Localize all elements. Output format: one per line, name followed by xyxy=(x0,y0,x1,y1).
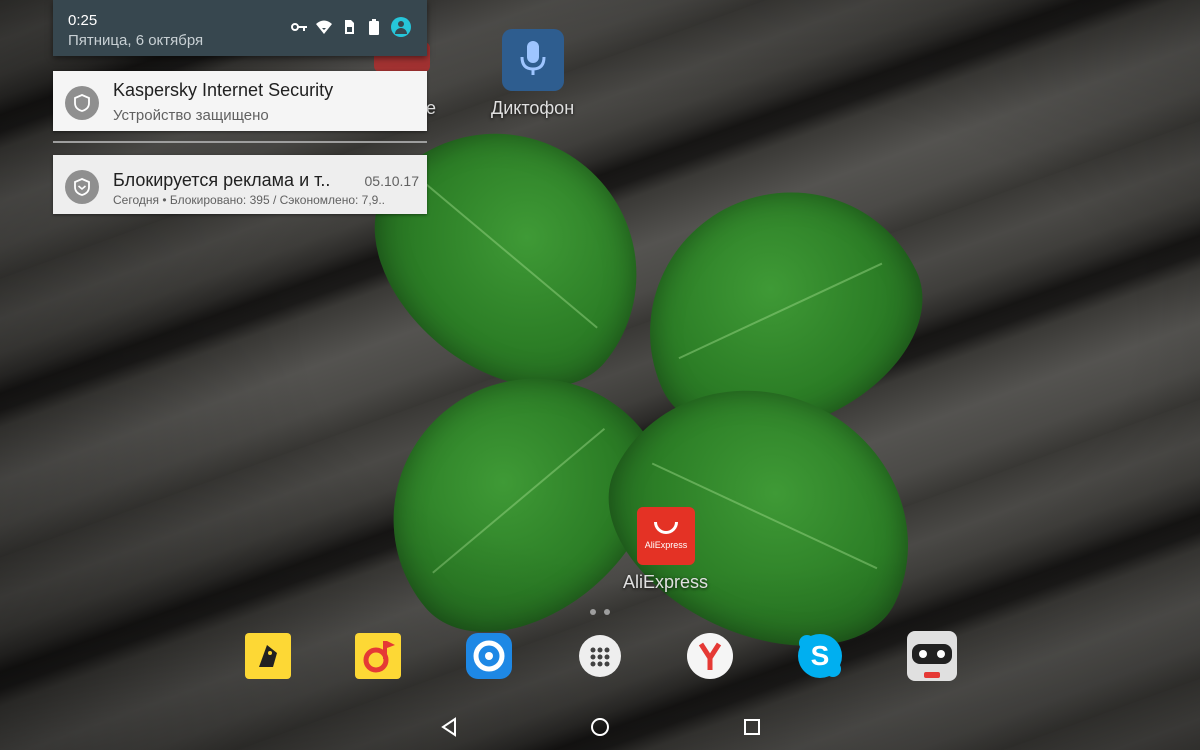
yandex-market-icon[interactable] xyxy=(244,632,292,680)
aliexpress-app-icon[interactable]: AliExpress xyxy=(637,507,695,565)
dock: S xyxy=(0,631,1200,684)
status-icons xyxy=(291,17,411,37)
aliexpress-app-label[interactable]: AliExpress xyxy=(623,572,708,593)
back-icon[interactable] xyxy=(436,714,462,740)
recents-icon[interactable] xyxy=(739,714,765,740)
home-icon[interactable] xyxy=(587,714,613,740)
vpn-key-icon xyxy=(291,19,307,35)
page-indicator xyxy=(590,609,610,615)
notification-text: Сегодня • Блокировано: 395 / Сэкономлено… xyxy=(113,193,386,207)
account-icon[interactable] xyxy=(391,17,411,37)
page-dot xyxy=(590,609,596,615)
yandex-browser-icon[interactable] xyxy=(686,632,734,680)
skype-icon[interactable]: S xyxy=(796,632,844,680)
shield-icon xyxy=(65,86,99,120)
battery-icon xyxy=(366,19,382,35)
notification-kaspersky[interactable]: Kaspersky Internet Security Устройство з… xyxy=(53,71,427,131)
aliexpress-icon-text: AliExpress xyxy=(644,540,688,550)
shopping-bag-icon xyxy=(654,522,678,534)
dictaphone-app-label[interactable]: Диктофон xyxy=(491,98,574,119)
app-drawer-icon[interactable] xyxy=(576,632,624,680)
dictaphone-app-icon[interactable] xyxy=(502,29,564,91)
notification-text: Устройство защищено xyxy=(113,107,269,124)
wifi-icon xyxy=(316,19,332,35)
shield-check-icon xyxy=(65,170,99,204)
status-date: Пятница, 6 октября xyxy=(68,32,204,49)
sim-icon xyxy=(341,19,357,35)
microphone-icon xyxy=(518,39,548,82)
notification-time: 05.10.17 xyxy=(364,173,420,189)
notification-title: Kaspersky Internet Security xyxy=(113,80,334,100)
clover-leaf-bottom-left xyxy=(336,321,700,679)
yandex-music-icon[interactable] xyxy=(354,632,402,680)
navigation-bar xyxy=(0,704,1200,750)
page-dot xyxy=(604,609,610,615)
blue-circle-app-icon[interactable] xyxy=(465,632,513,680)
clover-leaf-top-right xyxy=(604,146,956,474)
svg-text:S: S xyxy=(811,640,830,671)
robot-icon[interactable] xyxy=(906,631,958,681)
notification-ad-blocking[interactable]: Блокируется реклама и т.. 05.10.17 Сегод… xyxy=(53,155,427,214)
notification-divider xyxy=(53,141,427,143)
partial-app-label[interactable]: е xyxy=(426,98,436,119)
status-time: 0:25 xyxy=(68,12,98,29)
notification-title: Блокируется реклама и т.. xyxy=(113,170,331,190)
quick-settings-header[interactable]: 0:25 Пятница, 6 октября xyxy=(53,0,427,56)
